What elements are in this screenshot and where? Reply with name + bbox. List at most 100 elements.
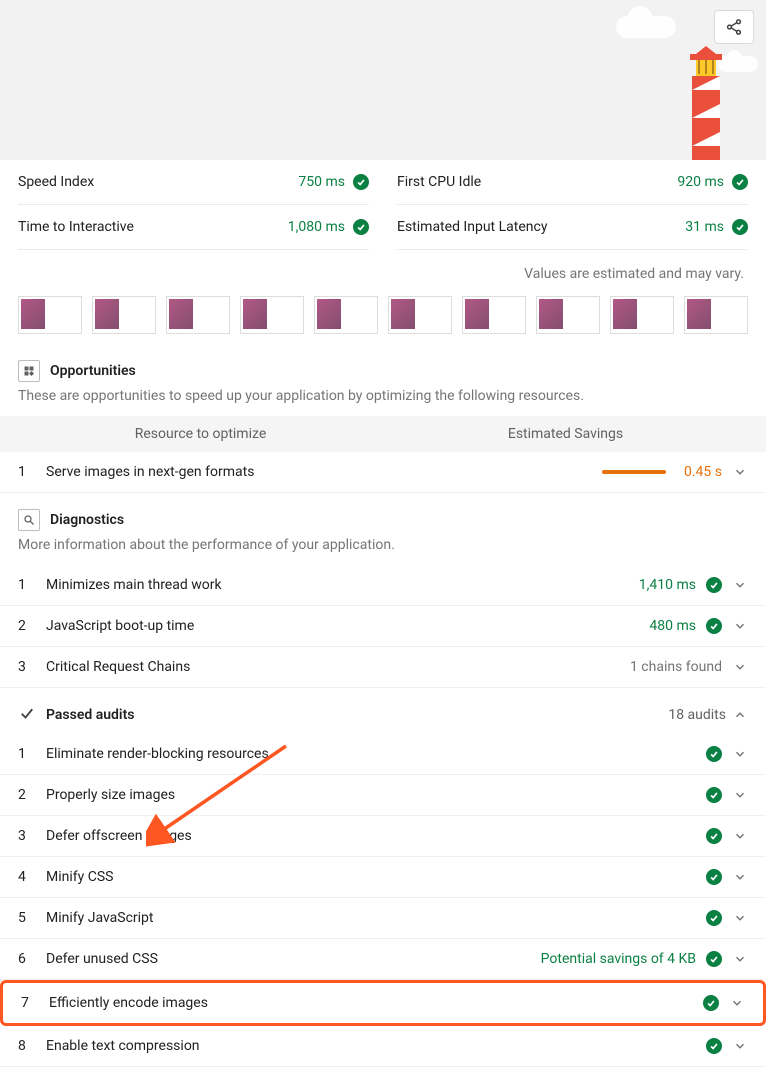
row-label: Defer offscreen images: [46, 828, 696, 844]
chevron-down-icon[interactable]: [732, 870, 748, 884]
metric-value: 31 ms: [685, 219, 724, 235]
metric-label: Time to Interactive: [18, 219, 134, 235]
passed-audit-row[interactable]: 7 Efficiently encode images: [0, 980, 766, 1026]
check-icon: [706, 869, 722, 885]
check-icon: [732, 219, 748, 235]
chevron-down-icon[interactable]: [732, 578, 748, 592]
section-subtitle: More information about the performance o…: [0, 537, 766, 565]
metric-label: Estimated Input Latency: [397, 219, 547, 235]
check-icon: [706, 787, 722, 803]
chevron-down-icon[interactable]: [732, 619, 748, 633]
passed-audit-row[interactable]: 2 Properly size images: [0, 775, 766, 816]
check-icon: [706, 746, 722, 762]
diagnostics-header: Diagnostics: [0, 493, 766, 537]
diagnostic-row[interactable]: 1 Minimizes main thread work 1,410 ms: [0, 565, 766, 606]
metric-speed-index: Speed Index 750 ms: [18, 160, 369, 205]
filmstrip-frame: [240, 296, 304, 334]
row-label: JavaScript boot-up time: [46, 618, 639, 634]
metric-value: 920 ms: [677, 174, 724, 190]
opportunity-row[interactable]: 1 Serve images in next-gen formats 0.45 …: [0, 452, 766, 493]
chevron-down-icon[interactable]: [732, 465, 748, 479]
share-button[interactable]: [714, 10, 754, 44]
metric-value: 750 ms: [298, 174, 345, 190]
passed-audit-row[interactable]: 8 Enable text compression: [0, 1026, 766, 1067]
filmstrip-frame: [462, 296, 526, 334]
check-icon: [353, 174, 369, 190]
filmstrip-frame: [388, 296, 452, 334]
row-value: 1 chains found: [630, 659, 722, 675]
diagnostic-row[interactable]: 2 JavaScript boot-up time 480 ms: [0, 606, 766, 647]
check-icon: [706, 1038, 722, 1054]
check-icon: [706, 910, 722, 926]
lighthouse-icon: [682, 46, 730, 160]
chevron-down-icon[interactable]: [732, 660, 748, 674]
chevron-down-icon[interactable]: [732, 747, 748, 761]
row-number: 3: [18, 828, 36, 844]
metric-first-cpu-idle: First CPU Idle 920 ms: [397, 160, 748, 205]
metric-label: First CPU Idle: [397, 174, 481, 190]
chevron-up-icon[interactable]: [732, 708, 748, 722]
filmstrip-frame: [18, 296, 82, 334]
filmstrip: [0, 290, 766, 344]
row-number: 7: [21, 995, 39, 1011]
check-icon: [703, 995, 719, 1011]
chevron-down-icon[interactable]: [729, 996, 745, 1010]
diagnostic-row[interactable]: 3 Critical Request Chains 1 chains found: [0, 647, 766, 688]
share-icon: [725, 18, 743, 36]
row-value: 1,410 ms: [639, 577, 696, 593]
row-label: Critical Request Chains: [46, 659, 620, 675]
chevron-down-icon[interactable]: [732, 1039, 748, 1053]
row-extra: Potential savings of 4 KB: [541, 951, 696, 967]
row-label: Enable text compression: [46, 1038, 696, 1054]
chevron-down-icon[interactable]: [732, 952, 748, 966]
section-title: Diagnostics: [50, 512, 124, 528]
row-label: Efficiently encode images: [49, 995, 693, 1011]
metric-value: 1,080 ms: [288, 219, 345, 235]
passed-audits-header[interactable]: Passed audits 18 audits: [0, 688, 766, 734]
check-icon: [353, 219, 369, 235]
chevron-down-icon[interactable]: [732, 829, 748, 843]
cloud-decoration: [616, 16, 676, 38]
passed-audit-row[interactable]: 1 Eliminate render-blocking resources: [0, 734, 766, 775]
savings-value: 0.45 s: [684, 464, 722, 480]
filmstrip-frame: [314, 296, 378, 334]
passed-audit-row[interactable]: 4 Minify CSS: [0, 857, 766, 898]
chevron-down-icon[interactable]: [732, 788, 748, 802]
check-icon: [18, 704, 36, 726]
row-label: Eliminate render-blocking resources: [46, 746, 696, 762]
row-label: Defer unused CSS: [46, 951, 531, 967]
row-number: 1: [18, 577, 36, 593]
savings-bar: [602, 470, 666, 474]
row-label: Properly size images: [46, 787, 696, 803]
filmstrip-frame: [166, 296, 230, 334]
passed-audit-row[interactable]: 3 Defer offscreen images: [0, 816, 766, 857]
opportunities-header: Opportunities: [0, 344, 766, 388]
section-title: Opportunities: [50, 363, 136, 379]
row-label: Minify JavaScript: [46, 910, 696, 926]
row-number: 3: [18, 659, 36, 675]
opportunities-icon: [18, 360, 40, 382]
metric-label: Speed Index: [18, 174, 94, 190]
row-number: 1: [18, 464, 36, 480]
check-icon: [706, 828, 722, 844]
section-subtitle: These are opportunities to speed up your…: [0, 388, 766, 416]
filmstrip-frame: [610, 296, 674, 334]
passed-audit-row[interactable]: 5 Minify JavaScript: [0, 898, 766, 939]
passed-count: 18 audits: [668, 707, 726, 723]
row-number: 1: [18, 746, 36, 762]
row-label: Minimizes main thread work: [46, 577, 629, 593]
check-icon: [706, 577, 722, 593]
row-number: 8: [18, 1038, 36, 1054]
chevron-down-icon[interactable]: [732, 911, 748, 925]
row-number: 2: [18, 618, 36, 634]
disclaimer-text: Values are estimated and may vary.: [0, 250, 766, 290]
metric-time-to-interactive: Time to Interactive 1,080 ms: [18, 205, 369, 250]
section-title: Passed audits: [46, 707, 134, 723]
row-number: 2: [18, 787, 36, 803]
metric-estimated-input-latency: Estimated Input Latency 31 ms: [397, 205, 748, 250]
col-savings: Estimated Savings: [383, 426, 748, 442]
check-icon: [706, 951, 722, 967]
col-resource: Resource to optimize: [18, 426, 383, 442]
passed-audit-row[interactable]: 6 Defer unused CSS Potential savings of …: [0, 939, 766, 980]
row-number: 4: [18, 869, 36, 885]
